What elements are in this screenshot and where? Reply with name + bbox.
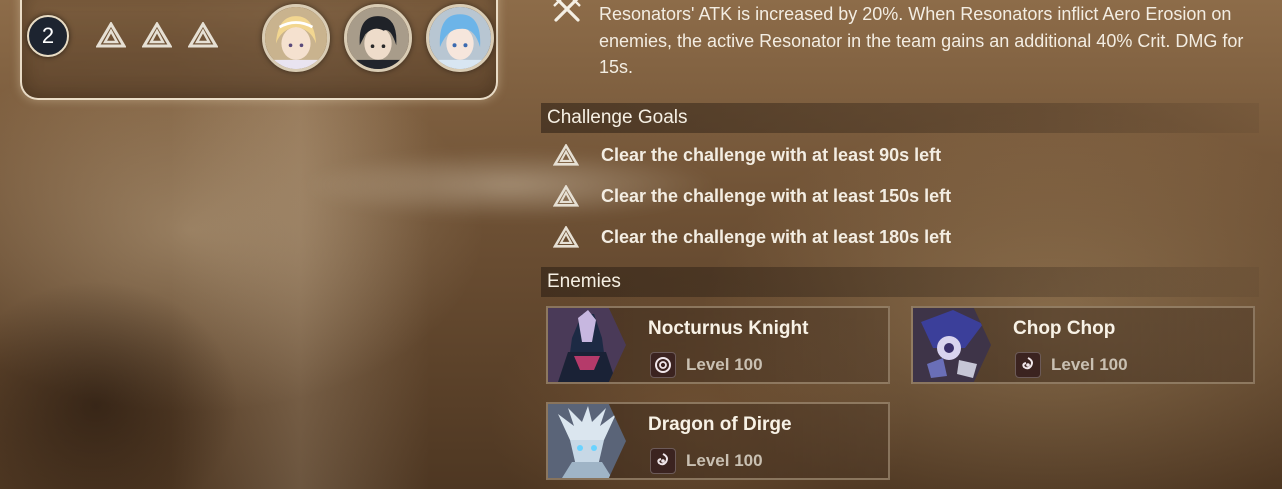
havoc-element-icon	[650, 352, 676, 378]
enemy-level: Level 100	[1051, 355, 1128, 374]
goal-text: Clear the challenge with at least 90s le…	[601, 144, 942, 165]
team-avatars	[262, 4, 494, 72]
enemy-card-dragon-of-dirge[interactable]: Dragon of Dirge Level 100	[546, 402, 890, 480]
triangle-goal-icon	[96, 22, 126, 48]
enemy-level-row: Level 100	[650, 352, 763, 378]
team-card[interactable]: 2	[20, 0, 498, 100]
triangle-goal-icon	[142, 22, 172, 48]
havoc-element-icon	[1015, 352, 1041, 378]
goal-text: Clear the challenge with at least 180s l…	[601, 226, 952, 247]
enemy-level: Level 100	[686, 355, 763, 374]
triangle-goal-icon	[553, 144, 579, 166]
crossed-swords-icon	[553, 0, 581, 22]
dark-hair-character-avatar[interactable]	[344, 4, 412, 72]
team-number-badge: 2	[27, 15, 69, 57]
goal-item: Clear the challenge with at least 180s l…	[553, 222, 951, 252]
buff-description: Resonators' ATK is increased by 20%. Whe…	[599, 4, 1244, 77]
enemy-name: Chop Chop	[1013, 318, 1116, 339]
enemy-level-row: Level 100	[650, 448, 763, 474]
enemy-name: Dragon of Dirge	[648, 414, 792, 435]
enemy-level-row: Level 100	[1015, 352, 1128, 378]
goal-item: Clear the challenge with at least 150s l…	[553, 181, 951, 211]
enemy-name: Nocturnus Knight	[648, 318, 809, 339]
blue-hair-character-avatar[interactable]	[426, 4, 494, 72]
chop-chop-portrait	[913, 308, 991, 382]
blonde-character-avatar[interactable]	[262, 4, 330, 72]
team-goal-icons	[96, 22, 218, 48]
enemy-card-chop-chop[interactable]: Chop Chop Level 100	[911, 306, 1255, 384]
triangle-goal-icon	[188, 22, 218, 48]
dragon-of-dirge-portrait	[548, 404, 626, 478]
triangle-goal-icon	[553, 185, 579, 207]
background-shadow	[0, 280, 240, 489]
goal-item: Clear the challenge with at least 90s le…	[553, 140, 941, 170]
enemies-header: Enemies	[541, 267, 1259, 297]
enemy-level: Level 100	[686, 451, 763, 470]
triangle-goal-icon	[553, 226, 579, 248]
enemy-card-nocturnus-knight[interactable]: Nocturnus Knight Level 100	[546, 306, 890, 384]
havoc-element-icon	[650, 448, 676, 474]
goal-text: Clear the challenge with at least 150s l…	[601, 185, 952, 206]
nocturnus-knight-portrait	[548, 308, 626, 382]
challenge-goals-header: Challenge Goals	[541, 103, 1259, 133]
